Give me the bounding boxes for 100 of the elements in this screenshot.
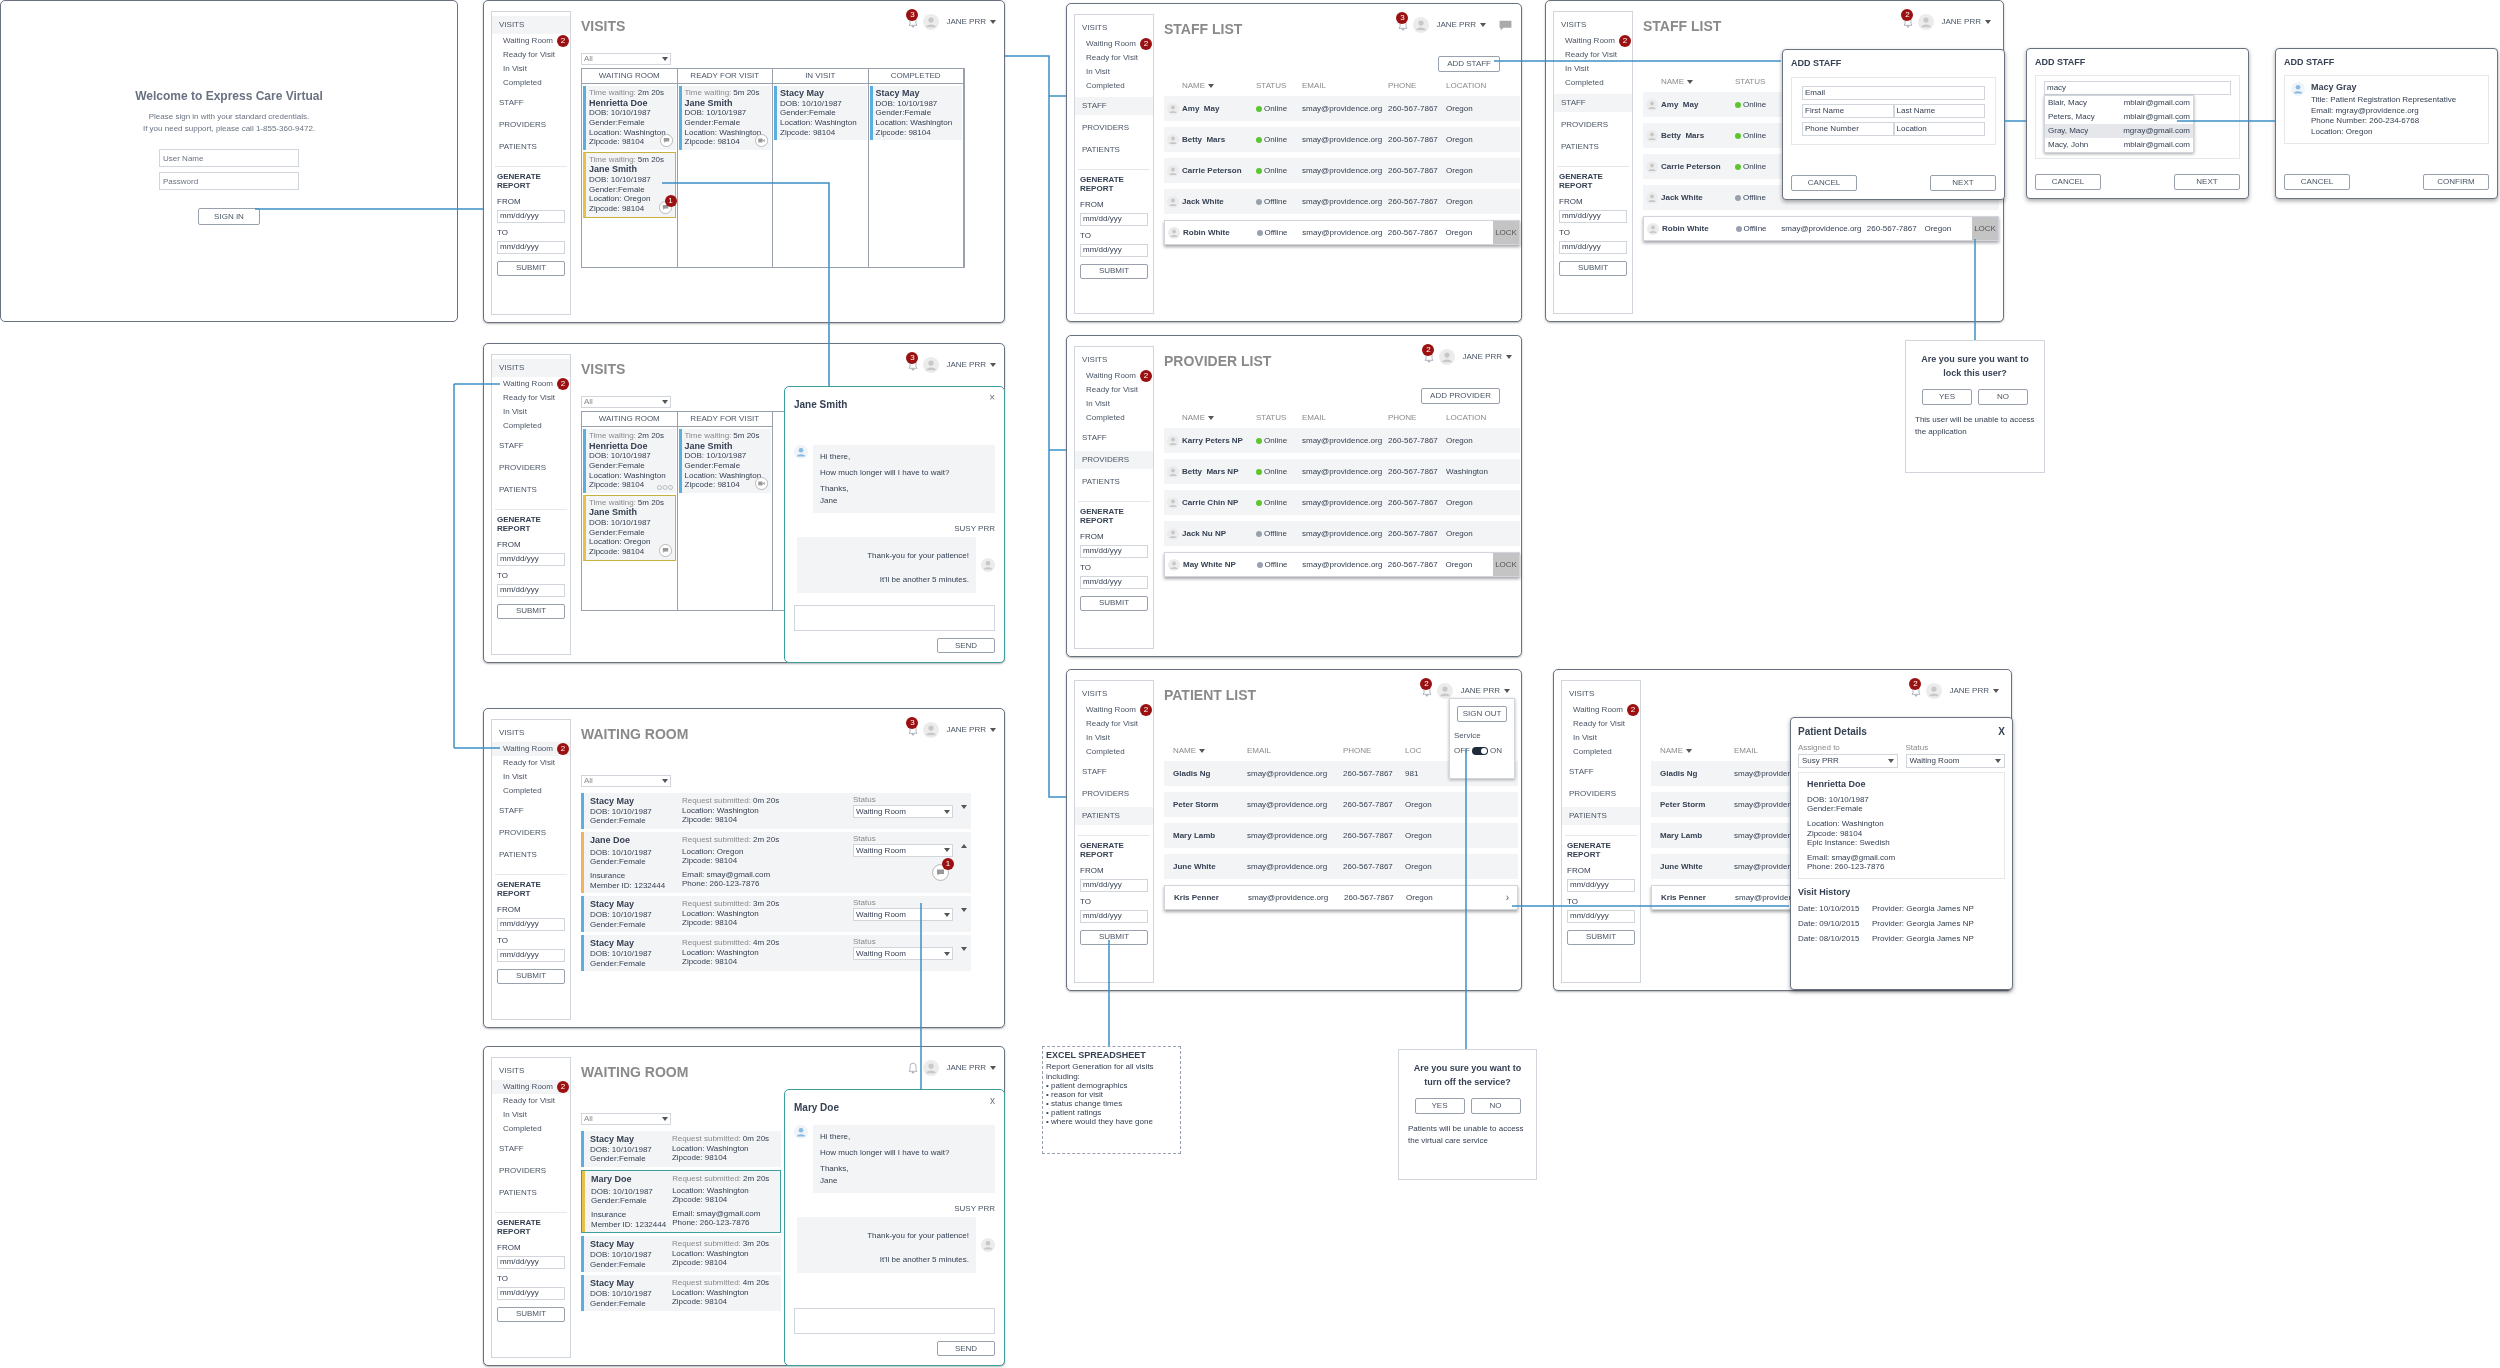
user-menu[interactable]: JANE PRR (946, 359, 996, 371)
close-button[interactable]: × (989, 393, 995, 403)
table-row[interactable]: Mary Lamb smay@providence.org 260-567-7867 Oregon (1164, 823, 1518, 848)
sign-in-button[interactable]: SIGN IN (198, 208, 260, 225)
filter-dropdown[interactable]: All (581, 53, 671, 65)
expand-icon[interactable] (961, 844, 967, 848)
patient-card[interactable]: Time waiting: 2m 20s Henrietta Doe DOB: 10/10/1987 Gender:Female Location: Washington Zipcode: 98104 (583, 86, 676, 150)
nav-item[interactable]: STAFF (492, 802, 570, 820)
nav-item[interactable]: Completed (1562, 745, 1640, 759)
dialog-button[interactable]: CANCEL (2035, 174, 2101, 190)
nav-item[interactable]: Ready for Visit (492, 48, 570, 62)
nav-item[interactable]: PROVIDERS (492, 1162, 570, 1180)
nav-item[interactable]: Ready for Visit (1075, 717, 1153, 731)
nav-item[interactable]: Ready for Visit (1075, 383, 1153, 397)
waiting-room-entry[interactable]: Stacy May DOB: 10/10/1987 Gender:Female Request submitted: 3m 20s Location: Washington Zipcode: 98104 (581, 1236, 781, 1273)
date-field[interactable]: mm/dd/yyy (1567, 878, 1635, 892)
user-menu[interactable]: JANE PRR (946, 16, 996, 28)
nav-item[interactable]: In Visit (492, 405, 570, 419)
user-menu[interactable]: JANE PRR (1949, 685, 1999, 697)
date-field[interactable]: mm/dd/yyy (1559, 209, 1627, 223)
table-row[interactable]: Karry Peters NP Online smay@providence.org 260-567-7867 Oregon (1164, 428, 1520, 453)
user-menu[interactable]: JANE PRR (1436, 19, 1486, 31)
date-field[interactable]: mm/dd/yyy (497, 948, 565, 962)
lock-button[interactable]: LOCK (1493, 221, 1519, 244)
patient-card[interactable]: Stacy May DOB: 10/10/1987 Gender:Female Location: Washington Zipcode: 98104 (774, 86, 867, 141)
nav-item[interactable]: Waiting Room 2 (492, 1080, 570, 1094)
filter-dropdown[interactable]: All (581, 396, 671, 408)
nav-item[interactable]: PROVIDERS (1075, 785, 1153, 803)
nav-item[interactable]: PROVIDERS (492, 116, 570, 134)
nav-item[interactable]: PATIENTS (492, 846, 570, 864)
nav-item[interactable]: PATIENTS (492, 481, 570, 499)
nav-item[interactable]: PATIENTS (1075, 807, 1153, 825)
input-field[interactable]: Email (1802, 85, 1985, 100)
dialog-button[interactable]: CONFIRM (2423, 174, 2489, 190)
nav-item[interactable]: Completed (1554, 76, 1632, 90)
close-button[interactable]: X (1998, 724, 2005, 739)
dialog-button[interactable]: CANCEL (1791, 175, 1857, 191)
user-menu[interactable]: JANE PRR (946, 724, 996, 736)
nav-item[interactable]: Completed (1075, 79, 1153, 93)
nav-item[interactable]: VISITS (492, 16, 570, 34)
add-button[interactable]: ADD PROVIDER (1421, 388, 1500, 404)
suggestion-item[interactable]: Blair, Macy mblair@gmail.com (2045, 95, 2193, 110)
nav-item[interactable]: STAFF (492, 437, 570, 455)
nav-item[interactable]: Ready for Visit (492, 391, 570, 405)
date-field[interactable]: mm/dd/yyy (1080, 544, 1148, 558)
send-button[interactable]: SEND (937, 1341, 995, 1356)
nav-item[interactable]: In Visit (1554, 62, 1632, 76)
user-menu[interactable]: JANE PRR (1941, 16, 1991, 28)
waiting-room-entry[interactable]: Stacy May DOB: 10/10/1987 Gender:Female Request submitted: 4m 20s Location: Washington Zipcode: 98104 (581, 1275, 781, 1312)
input-field[interactable]: Phone Number (1802, 121, 1894, 136)
nav-item[interactable]: STAFF (492, 94, 570, 112)
nav-item[interactable]: In Visit (1562, 731, 1640, 745)
nav-item[interactable]: Ready for Visit (492, 1094, 570, 1108)
nav-item[interactable]: VISITS (1075, 685, 1153, 703)
table-row[interactable]: Carrie Peterson Online smay@providence.org 260-567-7867 Oregon (1164, 158, 1520, 183)
nav-item[interactable]: STAFF (1554, 94, 1632, 112)
nav-item[interactable]: STAFF (1075, 429, 1153, 447)
dialog-button[interactable]: NEXT (1930, 175, 1996, 191)
nav-item[interactable]: PROVIDERS (492, 459, 570, 477)
nav-item[interactable]: Completed (1075, 411, 1153, 425)
nav-item[interactable]: VISITS (492, 1062, 570, 1080)
status-dropdown[interactable]: Waiting Room (853, 844, 953, 857)
expand-icon[interactable] (961, 947, 967, 952)
select-field[interactable]: Waiting Room (1905, 754, 2005, 768)
service-toggle[interactable] (1472, 747, 1488, 755)
table-row[interactable]: Jack White Offline smay@providence.org 260-567-7867 Oregon (1164, 189, 1520, 214)
nav-item[interactable]: STAFF (1562, 763, 1640, 781)
nav-item[interactable]: Waiting Room 2 (1554, 34, 1632, 48)
waiting-room-entry[interactable]: Jane Doe DOB: 10/10/1987 Gender:Female Insurance Member ID: 1232444 Request submitted: 2m 20s Location: Oregon Zipcode: 98104 Email: smay@gmail.com Phone: 260-123-7876 Status Waiting Room 1 (581, 832, 971, 894)
add-button[interactable]: ADD STAFF (1438, 56, 1500, 72)
nav-item[interactable]: Completed (492, 76, 570, 90)
nav-item[interactable]: Waiting Room 2 (1075, 369, 1153, 383)
input-field[interactable]: Password (159, 172, 299, 190)
date-field[interactable]: mm/dd/yyy (1080, 909, 1148, 923)
submit-button[interactable]: SUBMIT (1080, 929, 1148, 945)
nav-item[interactable]: In Visit (492, 1108, 570, 1122)
table-row[interactable]: June White smay@providence.org 260-567-7867 Oregon (1164, 854, 1518, 879)
date-field[interactable]: mm/dd/yyy (1080, 243, 1148, 257)
date-field[interactable]: mm/dd/yyy (497, 1255, 565, 1269)
patient-card[interactable]: Time waiting: 5m 20s Jane Smith DOB: 10/10/1987 Gender:Female Location: Oregon Zipcode: 98104 (583, 494, 676, 561)
date-field[interactable]: mm/dd/yyy (1080, 212, 1148, 226)
date-field[interactable]: mm/dd/yyy (497, 552, 565, 566)
send-button[interactable]: SEND (937, 638, 995, 653)
lock-button[interactable]: LOCK (1493, 553, 1519, 576)
nav-item[interactable]: In Visit (1075, 397, 1153, 411)
user-menu[interactable]: JANE PRR (946, 1062, 996, 1074)
status-dropdown[interactable]: Waiting Room (853, 908, 953, 922)
nav-item[interactable]: Waiting Room 2 (1075, 37, 1153, 51)
dialog-button[interactable]: CANCEL (2284, 174, 2350, 190)
nav-item[interactable]: In Visit (1075, 65, 1153, 79)
waiting-room-entry[interactable]: Stacy May DOB: 10/10/1987 Gender:Female Request submitted: 4m 20s Location: Washington Zipcode: 98104 Status Waiting Room (581, 935, 971, 972)
submit-button[interactable]: SUBMIT (1080, 595, 1148, 611)
nav-item[interactable]: Ready for Visit (1554, 48, 1632, 62)
sort-icon[interactable] (1686, 748, 1693, 753)
suggestion-item[interactable]: Gray, Macy mgray@gmail.com (2045, 123, 2193, 138)
waiting-room-entry[interactable]: Mary Doe DOB: 10/10/1987 Gender:Female Insurance Member ID: 1232444 Request submitted: 2m 20s Location: Washington Zipcode: 98104 Email: smay@gmail.com Phone: 260-123-7876 (581, 1170, 781, 1234)
date-field[interactable]: mm/dd/yyy (1080, 878, 1148, 892)
date-field[interactable]: mm/dd/yyy (497, 240, 565, 254)
close-button[interactable]: x (990, 1096, 995, 1106)
nav-item[interactable]: VISITS (492, 724, 570, 742)
